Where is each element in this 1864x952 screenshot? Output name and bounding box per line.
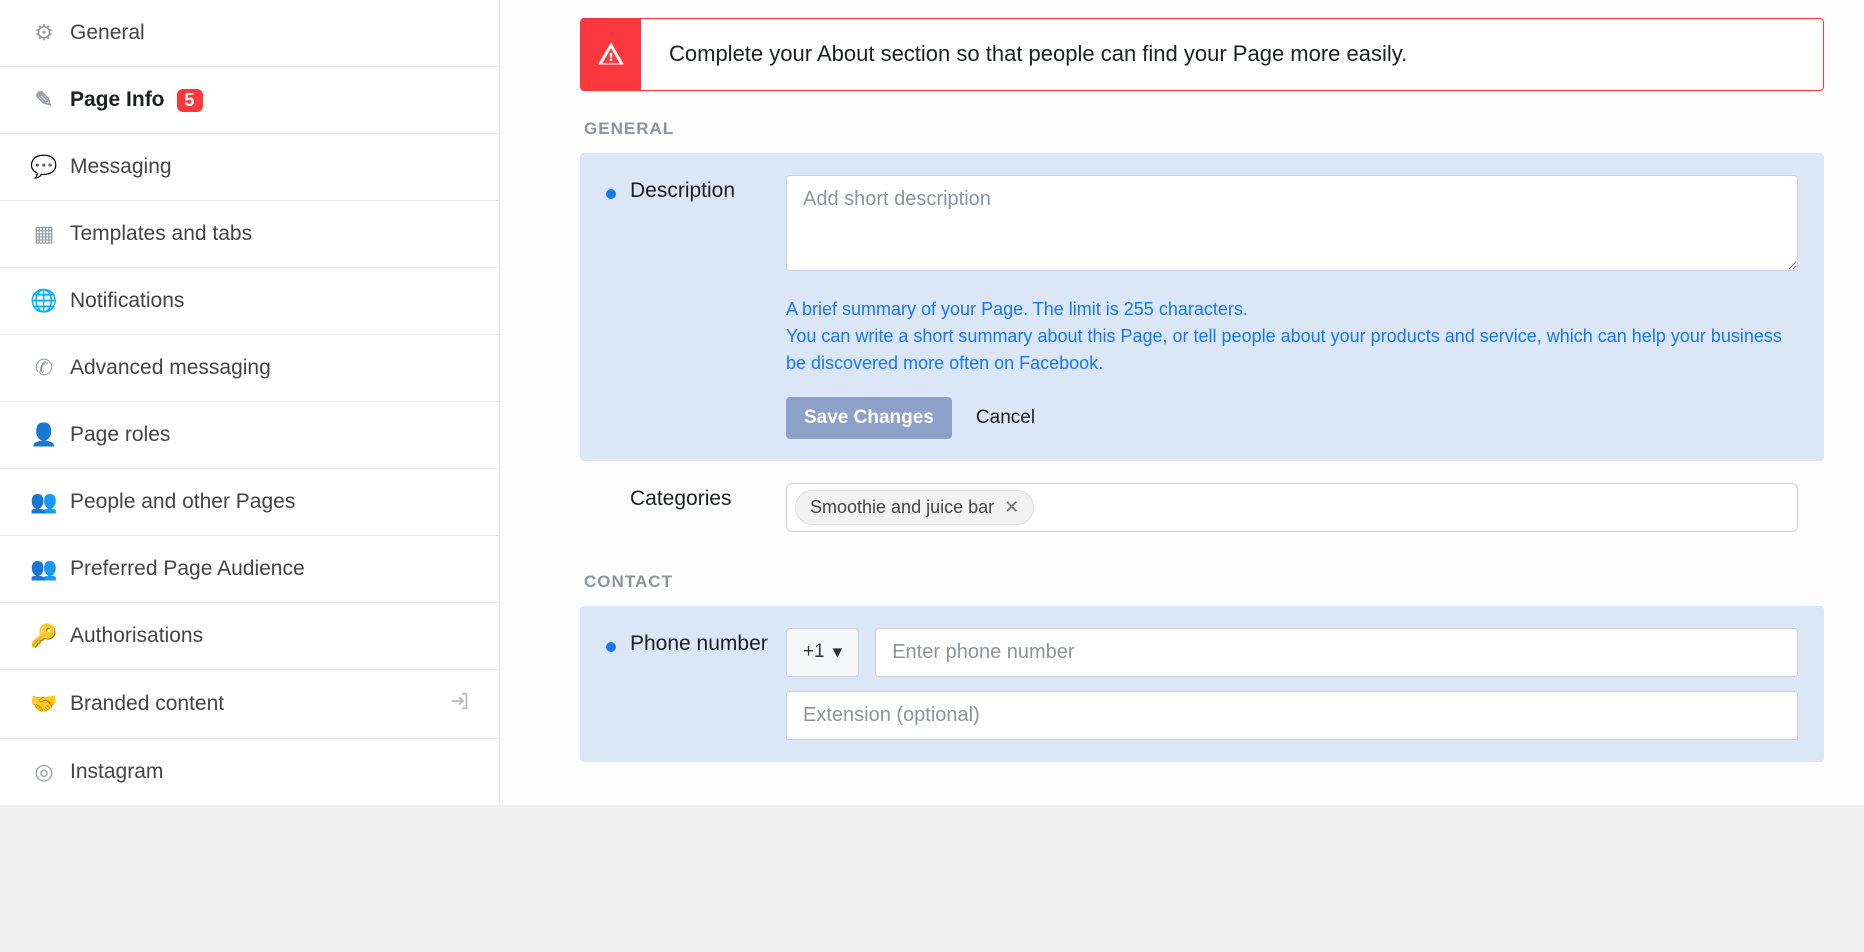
about-incomplete-alert: Complete your About section so that peop… [580, 18, 1824, 91]
sidebar-item-label: Messaging [70, 155, 172, 179]
main-content: Complete your About section so that peop… [500, 0, 1864, 805]
handshake-icon: 🤝 [28, 691, 60, 717]
sidebar-item-page-roles[interactable]: 👤 Page roles [0, 402, 499, 469]
globe-icon: 🌐 [28, 288, 60, 314]
required-bullet-icon [606, 642, 616, 652]
sidebar-item-label: Page Info [70, 88, 165, 112]
notification-badge: 5 [177, 89, 203, 112]
sidebar-item-label: Templates and tabs [70, 222, 252, 246]
categories-block: Categories Smoothie and juice bar ✕ [580, 461, 1824, 554]
key-icon: 🔑 [28, 623, 60, 649]
people-icon: 👥 [28, 489, 60, 515]
sidebar-item-page-info[interactable]: ✎ Page Info 5 [0, 67, 499, 134]
sidebar-item-label: Page roles [70, 423, 170, 447]
sidebar-item-notifications[interactable]: 🌐 Notifications [0, 268, 499, 335]
warning-icon [581, 19, 641, 90]
sidebar-item-authorisations[interactable]: 🔑 Authorisations [0, 603, 499, 670]
sidebar-item-label: Preferred Page Audience [70, 557, 305, 581]
description-input[interactable] [786, 175, 1798, 271]
person-icon: 👤 [28, 422, 60, 448]
description-label: Description [606, 175, 786, 439]
sidebar-item-messaging[interactable]: 💬 Messaging [0, 134, 499, 201]
sidebar-item-label: Branded content [70, 692, 224, 716]
pencil-icon: ✎ [28, 87, 60, 113]
sidebar-item-preferred-audience[interactable]: 👥 Preferred Page Audience [0, 536, 499, 603]
cancel-button[interactable]: Cancel [976, 407, 1035, 429]
sidebar-item-label: General [70, 21, 145, 45]
category-tag: Smoothie and juice bar ✕ [795, 490, 1034, 525]
save-changes-button[interactable]: Save Changes [786, 397, 952, 439]
categories-label: Categories [606, 483, 786, 532]
caret-down-icon: ▾ [833, 641, 843, 664]
login-arrow-icon [449, 690, 471, 718]
messenger-icon: ✆ [28, 355, 60, 381]
categories-input[interactable]: Smoothie and juice bar ✕ [786, 483, 1798, 532]
phone-label: Phone number [606, 628, 786, 740]
instagram-icon: ◎ [28, 759, 60, 785]
sidebar-item-people-pages[interactable]: 👥 People and other Pages [0, 469, 499, 536]
sidebar-item-label: Authorisations [70, 624, 203, 648]
phone-extension-input[interactable] [786, 691, 1798, 740]
chat-icon: 💬 [28, 154, 60, 180]
description-help-text: A brief summary of your Page. The limit … [786, 296, 1798, 377]
alert-text: Complete your About section so that peop… [641, 19, 1435, 90]
audience-icon: 👥 [28, 556, 60, 582]
phone-number-input[interactable] [875, 628, 1798, 677]
sidebar-item-instagram[interactable]: ◎ Instagram [0, 739, 499, 805]
contact-section-header: CONTACT [584, 572, 1824, 592]
country-code-dropdown[interactable]: +1 ▾ [786, 628, 859, 677]
phone-block: Phone number +1 ▾ [580, 606, 1824, 762]
sidebar-item-advanced-messaging[interactable]: ✆ Advanced messaging [0, 335, 499, 402]
required-bullet-icon [606, 189, 616, 199]
sidebar-item-label: Notifications [70, 289, 184, 313]
sidebar-item-label: People and other Pages [70, 490, 295, 514]
remove-tag-icon[interactable]: ✕ [1004, 497, 1019, 518]
sidebar-item-general[interactable]: ⚙ General [0, 0, 499, 67]
sidebar-item-label: Advanced messaging [70, 356, 271, 380]
sidebar-item-templates[interactable]: ▦ Templates and tabs [0, 201, 499, 268]
gear-icon: ⚙ [28, 20, 60, 46]
description-block: Description A brief summary of your Page… [580, 153, 1824, 461]
settings-sidebar: ⚙ General ✎ Page Info 5 💬 Messaging ▦ Te… [0, 0, 500, 805]
grid-icon: ▦ [28, 221, 60, 247]
general-section-header: GENERAL [584, 119, 1824, 139]
sidebar-item-branded-content[interactable]: 🤝 Branded content [0, 670, 499, 739]
sidebar-item-label: Instagram [70, 760, 163, 784]
